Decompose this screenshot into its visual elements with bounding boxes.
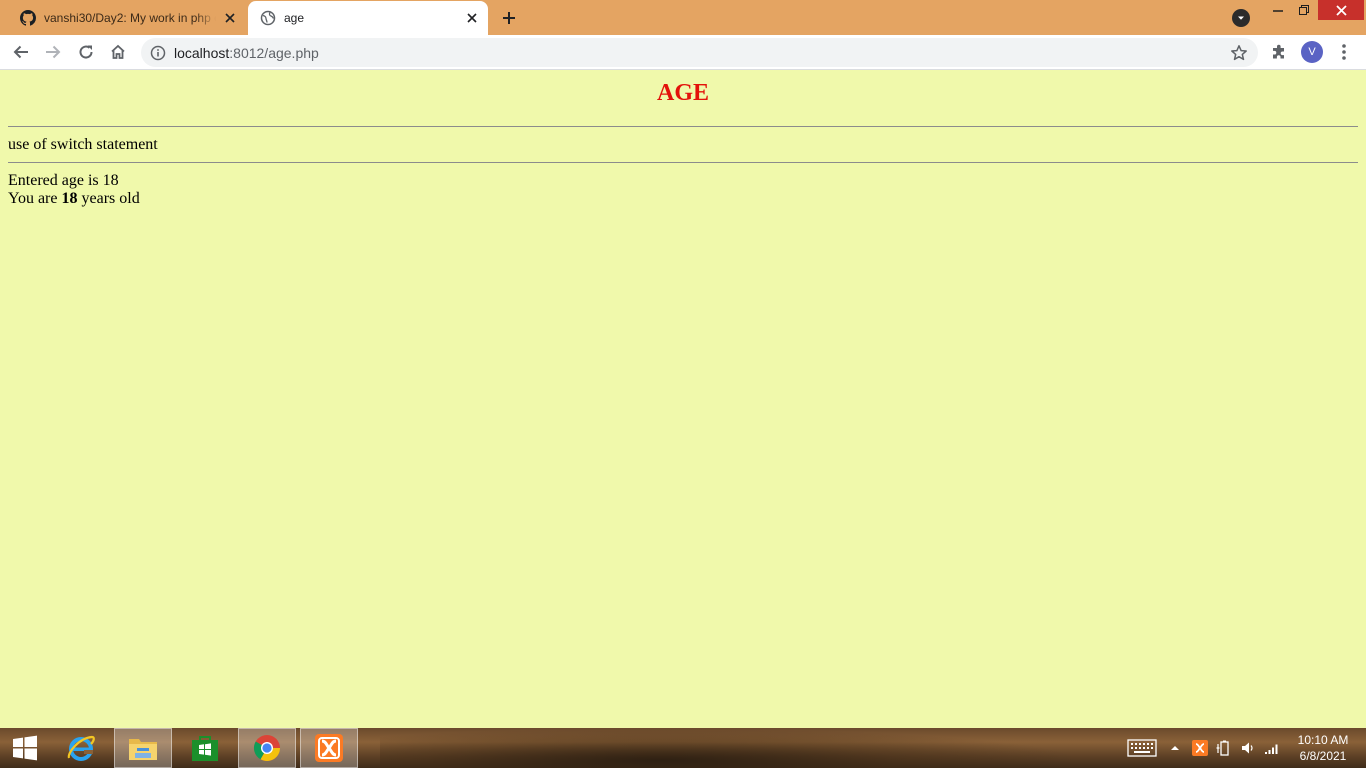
xampp-tray-icon — [1192, 740, 1208, 756]
back-button[interactable] — [9, 40, 33, 64]
keyboard-icon — [1127, 739, 1157, 757]
taskbar-store[interactable] — [176, 728, 234, 768]
taskbar-file-explorer[interactable] — [114, 728, 172, 768]
tray-network[interactable] — [1261, 728, 1283, 768]
profile-avatar[interactable]: V — [1301, 41, 1323, 63]
result-prefix: You are — [8, 190, 62, 207]
taskbar-chrome[interactable] — [238, 728, 296, 768]
tab-age[interactable]: age — [248, 1, 488, 35]
reload-icon — [79, 45, 93, 59]
start-button[interactable] — [0, 728, 50, 768]
entered-age-text: Entered age is 18 — [8, 172, 119, 189]
minimize-icon — [1273, 10, 1283, 12]
extensions-puzzle-icon[interactable] — [1270, 43, 1288, 61]
close-tab-icon[interactable] — [222, 10, 238, 26]
plus-icon — [503, 12, 515, 24]
system-clock[interactable]: 10:10 AM 6/8/2021 — [1290, 732, 1356, 764]
battery-icon — [1216, 740, 1229, 756]
web-page: AGE use of switch statement Entered age … — [0, 71, 1366, 728]
tray-power[interactable] — [1213, 728, 1235, 768]
tab-title: age — [284, 11, 305, 25]
restore-button[interactable] — [1292, 0, 1316, 20]
store-icon — [192, 736, 218, 761]
page-heading: AGE — [656, 80, 709, 106]
chrome-icon — [253, 735, 281, 762]
reload-button[interactable] — [74, 40, 98, 64]
minimize-button[interactable] — [1266, 0, 1290, 20]
address-bar[interactable]: localhost:8012/age.php — [141, 38, 1258, 67]
wallpaper-silhouette — [380, 728, 1080, 768]
forward-button[interactable] — [41, 40, 65, 64]
xampp-icon — [315, 734, 343, 762]
globe-icon — [260, 10, 276, 26]
speaker-icon — [1242, 742, 1253, 754]
result-text: You are 18 years old — [8, 190, 140, 208]
url-path: :8012/age.php — [229, 45, 319, 61]
tray-xampp[interactable] — [1189, 728, 1211, 768]
taskbar-internet-explorer[interactable] — [52, 728, 110, 768]
show-hidden-icons-button[interactable] — [1167, 728, 1183, 768]
file-explorer-icon — [129, 739, 157, 760]
more-menu-icon[interactable] — [1336, 43, 1352, 61]
close-icon — [1335, 4, 1347, 16]
home-icon — [111, 44, 125, 59]
windows-logo-icon — [13, 735, 37, 761]
tab-strip: vanshi30/Day2: My work in php c age — [0, 0, 1366, 35]
back-arrow-icon — [13, 45, 28, 59]
tab-title: vanshi30/Day2: My work in php c — [44, 10, 216, 25]
chevron-down-icon — [1238, 16, 1244, 20]
forward-arrow-icon — [46, 45, 61, 59]
taskbar-xampp[interactable] — [300, 728, 358, 768]
restore-icon — [1299, 5, 1309, 15]
info-icon[interactable] — [150, 45, 166, 61]
bookmark-star-icon[interactable] — [1230, 44, 1248, 62]
subtitle-text: use of switch statement — [8, 136, 158, 153]
taskbar: 10:10 AM 6/8/2021 — [0, 728, 1366, 768]
tray-volume[interactable] — [1237, 728, 1259, 768]
new-tab-button[interactable] — [497, 7, 521, 29]
home-button[interactable] — [106, 40, 130, 64]
tab-search-button[interactable] — [1232, 9, 1250, 27]
touch-keyboard-button[interactable] — [1126, 728, 1158, 768]
result-suffix: years old — [77, 190, 140, 207]
close-window-button[interactable] — [1318, 0, 1364, 20]
browser-toolbar: localhost:8012/age.php V — [0, 35, 1366, 70]
divider — [8, 162, 1358, 163]
tab-github[interactable]: vanshi30/Day2: My work in php c — [8, 0, 246, 35]
clock-date: 6/8/2021 — [1299, 749, 1347, 763]
chevron-up-icon — [1171, 746, 1179, 750]
internet-explorer-icon — [67, 735, 95, 761]
result-age: 18 — [61, 190, 78, 207]
url-host: localhost — [174, 45, 230, 61]
github-icon — [20, 9, 36, 26]
network-signal-icon — [1265, 744, 1278, 754]
url-text[interactable]: localhost:8012/age.php — [174, 45, 319, 61]
divider — [8, 126, 1358, 127]
close-tab-icon[interactable] — [464, 10, 480, 26]
clock-time: 10:10 AM — [1297, 733, 1349, 747]
